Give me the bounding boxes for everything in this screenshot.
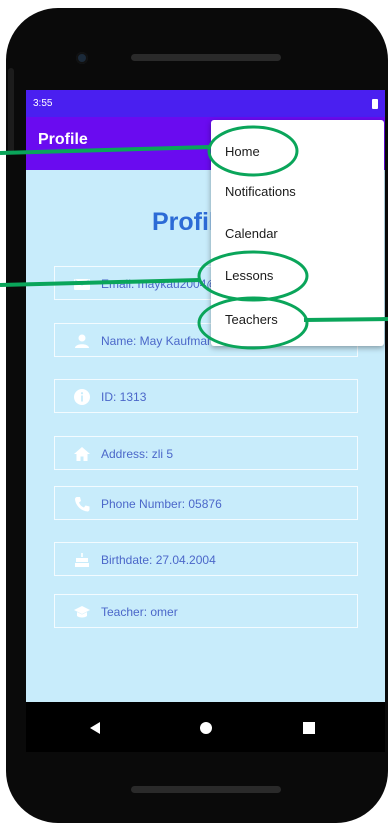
home-icon — [73, 445, 91, 463]
screenshot-stage: 3:55 Profile Profile Email: maykau2004@g… — [0, 0, 388, 829]
front-camera-icon — [76, 52, 88, 64]
phone-field-text: Phone Number: 05876 — [101, 497, 222, 511]
overflow-menu: Home Notifications Calendar Lessons Teac… — [211, 120, 384, 346]
address-field-text: Address: zli 5 — [101, 447, 174, 461]
status-bar: 3:55 — [26, 90, 385, 117]
menu-item-lessons[interactable]: Lessons — [225, 268, 273, 283]
phone-field[interactable]: Phone Number: 05876 — [54, 486, 358, 520]
back-icon[interactable] — [90, 722, 100, 734]
android-nav-bar — [26, 702, 385, 752]
recents-square-icon[interactable] — [303, 722, 315, 734]
email-icon — [73, 275, 91, 293]
birthdate-field-text: Birthdate: 27.04.2004 — [101, 553, 216, 567]
status-time: 3:55 — [33, 98, 53, 109]
id-field[interactable]: ID: 1313 — [54, 379, 358, 413]
home-circle-icon[interactable] — [200, 722, 212, 734]
menu-item-teachers[interactable]: Teachers — [225, 312, 278, 327]
id-field-text: ID: 1313 — [101, 390, 147, 404]
menu-item-notifications[interactable]: Notifications — [225, 184, 296, 199]
app-title: Profile — [38, 131, 88, 148]
address-field[interactable]: Address: zli 5 — [54, 436, 358, 470]
teacher-field[interactable]: Teacher: omer — [54, 594, 358, 628]
name-field-text: Name: May Kaufman — [101, 334, 214, 348]
top-speaker — [131, 54, 281, 61]
info-icon — [73, 388, 91, 406]
phone-side-button — [8, 68, 14, 154]
battery-icon — [372, 99, 378, 109]
bottom-speaker — [131, 786, 281, 793]
cake-icon — [73, 551, 91, 569]
menu-item-home[interactable]: Home — [225, 144, 260, 159]
person-icon — [73, 332, 91, 350]
birthdate-field[interactable]: Birthdate: 27.04.2004 — [54, 542, 358, 576]
teacher-field-text: Teacher: omer — [101, 605, 178, 619]
phone-icon — [73, 495, 91, 513]
school-icon — [73, 603, 91, 621]
menu-item-calendar[interactable]: Calendar — [225, 226, 278, 241]
